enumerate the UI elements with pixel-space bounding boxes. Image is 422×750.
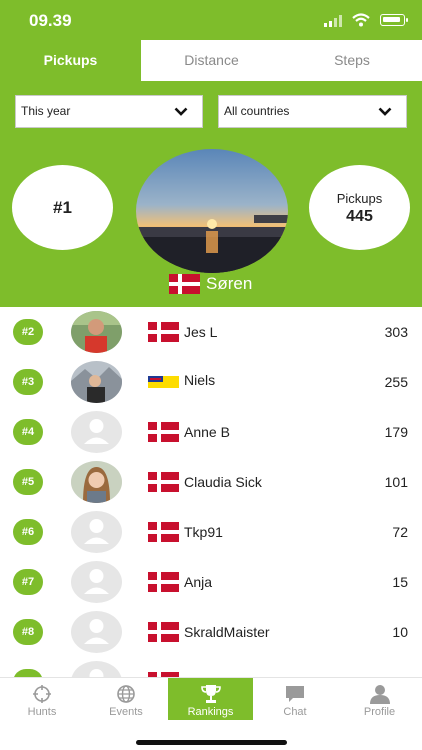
person-icon xyxy=(84,519,109,544)
person-icon xyxy=(84,619,109,644)
person-icon xyxy=(84,569,109,594)
denmark-flag-icon xyxy=(148,622,179,642)
denmark-flag-icon xyxy=(148,572,179,592)
ranking-row[interactable]: #5 Claudia Sick 101 xyxy=(0,457,422,507)
avatar-placeholder[interactable] xyxy=(71,411,122,453)
kiribati-flag-icon xyxy=(148,375,179,388)
rank-badge xyxy=(13,669,43,677)
player-score: 72 xyxy=(392,524,408,540)
player-score: 255 xyxy=(384,374,408,390)
player-name: Niels xyxy=(184,372,216,388)
ranking-row[interactable]: #6 Tkp91 72 xyxy=(0,507,422,557)
avatar-placeholder[interactable] xyxy=(71,561,122,603)
avatar-placeholder[interactable] xyxy=(71,511,122,553)
avatar[interactable] xyxy=(71,311,122,353)
leader-header: This year All countries #1 Pickups 445 S… xyxy=(0,81,422,307)
chat-bubble-icon xyxy=(286,686,304,702)
player-name: Jes L xyxy=(184,324,218,340)
player-score: 179 xyxy=(384,424,408,440)
player-name: Tkp91 xyxy=(184,524,223,540)
tab-events[interactable]: Events xyxy=(84,678,168,720)
tab-chat-label: Chat xyxy=(283,706,307,718)
tab-rankings[interactable]: Rankings xyxy=(168,678,253,720)
player: Jes L xyxy=(148,322,217,342)
chevron-down-icon xyxy=(378,107,392,116)
avatar-placeholder[interactable] xyxy=(71,611,122,653)
ranking-row[interactable]: #4 Anne B 179 xyxy=(0,407,422,457)
tab-pickups[interactable]: Pickups xyxy=(0,40,141,81)
avatar[interactable] xyxy=(71,361,122,403)
rank-badge: #3 xyxy=(13,369,43,395)
ranking-row[interactable]: #2 Jes L 303 xyxy=(0,307,422,357)
sunset-photo xyxy=(136,149,288,273)
rank-badge: #5 xyxy=(13,469,43,495)
player-name: Anja xyxy=(184,574,213,590)
my-name-label: Søren xyxy=(206,274,253,293)
period-select[interactable]: This year xyxy=(15,95,203,128)
player-score: 303 xyxy=(384,324,408,340)
period-select-value: This year xyxy=(21,104,71,118)
ranking-row[interactable]: #8 SkraldMaister 10 xyxy=(0,607,422,657)
my-profile-photo[interactable] xyxy=(136,149,288,273)
player-score: 101 xyxy=(384,474,408,490)
person-icon xyxy=(369,685,390,704)
country-select[interactable]: All countries xyxy=(218,95,407,128)
denmark-flag-icon xyxy=(148,522,179,542)
my-name: Søren xyxy=(169,273,252,295)
tab-distance[interactable]: Distance xyxy=(141,40,282,81)
rank-badge: #6 xyxy=(13,519,43,545)
globe-icon xyxy=(117,685,135,703)
my-rank: #1 xyxy=(12,165,113,250)
player: Claudia Sick xyxy=(148,472,262,492)
ranking-list[interactable]: #2 Jes L 303 #3 Niels 255 #4 Anne B 179 xyxy=(0,307,422,677)
country-select-value: All countries xyxy=(224,104,290,118)
player: Anne B xyxy=(148,422,230,442)
my-pickups: Pickups 445 xyxy=(309,165,410,250)
tab-chat[interactable]: Chat xyxy=(253,678,337,720)
my-pickups-label: Pickups xyxy=(336,191,383,206)
rank-badge: #4 xyxy=(13,419,43,445)
player-name: SkraldMaister xyxy=(184,624,270,640)
cellular-signal-icon xyxy=(324,15,342,27)
trophy-icon xyxy=(200,685,221,703)
tab-steps[interactable]: Steps xyxy=(282,40,422,81)
ranking-row[interactable]: #3 Niels 255 xyxy=(0,357,422,407)
person-icon xyxy=(84,419,109,444)
player-name: Anne B xyxy=(184,424,230,440)
crosshair-icon xyxy=(33,685,51,703)
denmark-flag-icon xyxy=(148,422,179,442)
denmark-flag-icon xyxy=(169,274,200,294)
player-score: 15 xyxy=(392,574,408,590)
rank-badge: #8 xyxy=(13,619,43,645)
tab-events-label: Events xyxy=(109,706,143,718)
player: Tkp91 xyxy=(148,522,223,542)
status-bar: 09.39 xyxy=(0,0,422,40)
player: Anja xyxy=(148,572,212,592)
denmark-flag-icon xyxy=(148,472,179,492)
avatar-placeholder[interactable] xyxy=(71,661,122,677)
chevron-down-icon xyxy=(174,107,188,116)
tab-rankings-label: Rankings xyxy=(187,706,234,718)
ranking-row[interactable] xyxy=(0,657,422,677)
home-indicator[interactable] xyxy=(136,740,287,745)
my-pickups-value: 445 xyxy=(346,208,373,225)
tab-profile-label: Profile xyxy=(363,706,396,718)
avatar[interactable] xyxy=(71,461,122,503)
tab-hunts[interactable]: Hunts xyxy=(0,678,84,720)
player: SkraldMaister xyxy=(148,622,270,642)
wifi-icon xyxy=(352,13,370,27)
metric-tabs: Pickups Distance Steps xyxy=(0,40,422,81)
tab-profile[interactable]: Profile xyxy=(337,678,422,720)
person-icon xyxy=(89,669,104,677)
rank-badge: #7 xyxy=(13,569,43,595)
status-time: 09.39 xyxy=(29,11,72,30)
battery-icon xyxy=(380,14,408,26)
player-name: Claudia Sick xyxy=(184,474,262,490)
ranking-row[interactable]: #7 Anja 15 xyxy=(0,557,422,607)
tab-hunts-label: Hunts xyxy=(27,706,57,718)
player: Niels xyxy=(148,372,215,388)
player-score: 10 xyxy=(392,624,408,640)
rank-badge: #2 xyxy=(13,319,43,345)
denmark-flag-icon xyxy=(148,322,179,342)
